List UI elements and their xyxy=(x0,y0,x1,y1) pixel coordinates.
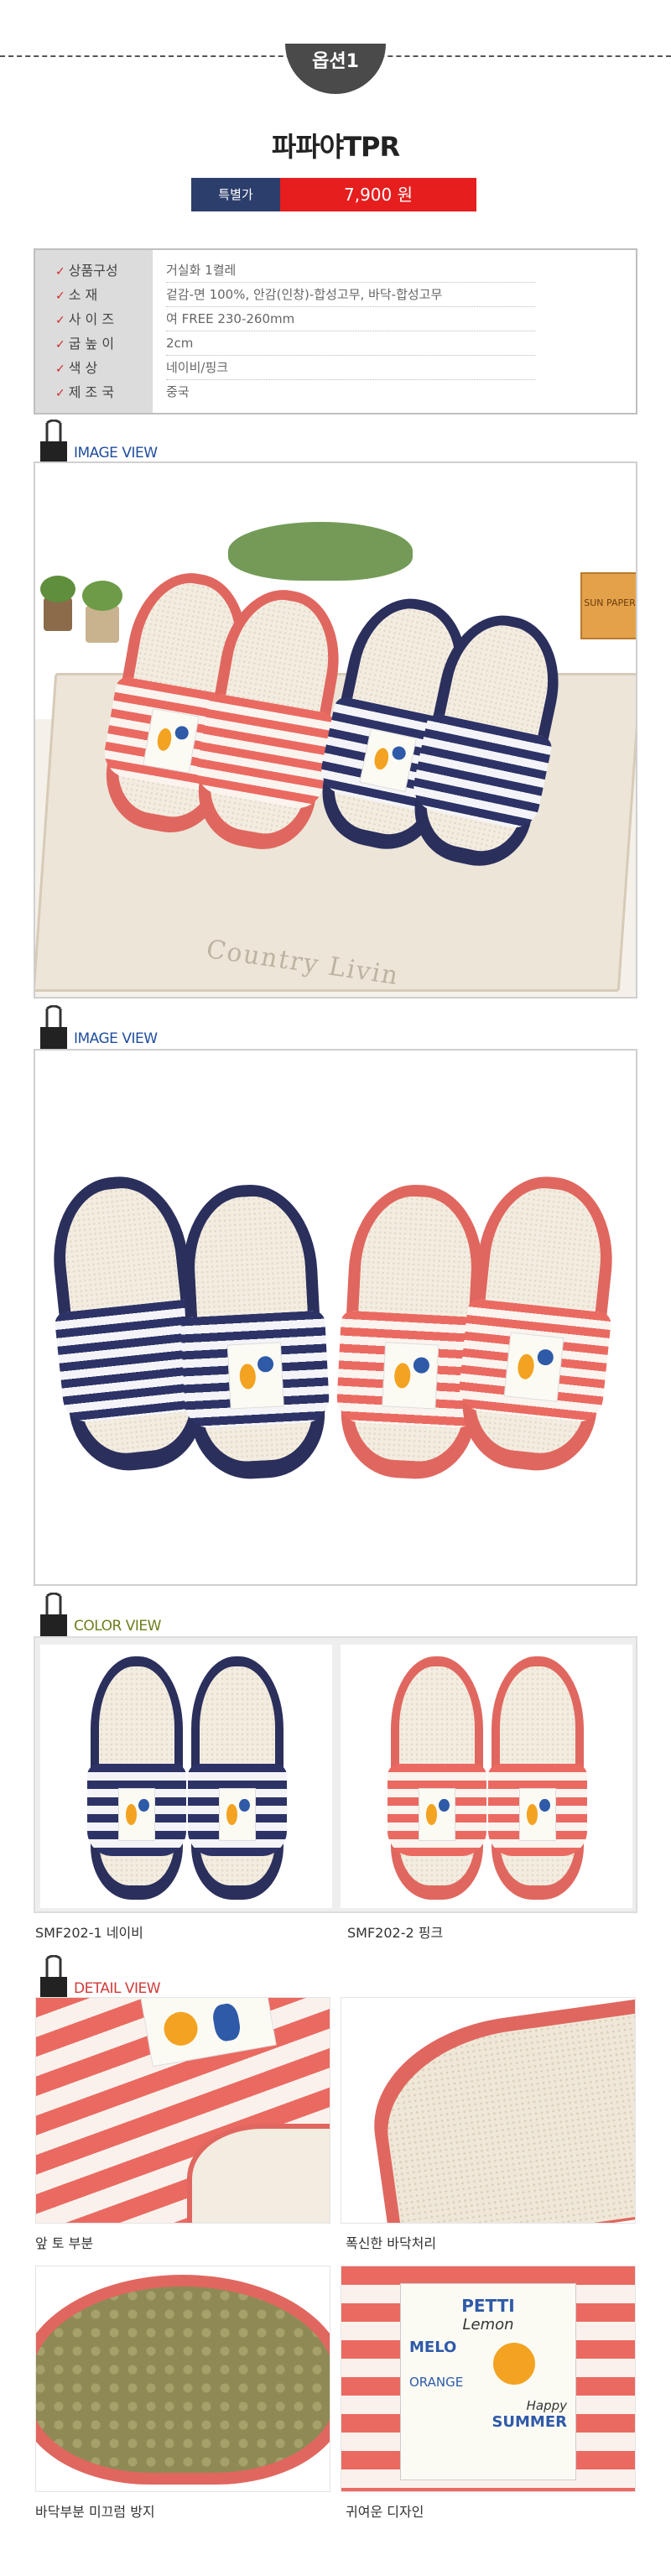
patch-text: ORANGE xyxy=(409,2375,464,2390)
detail-label: 폭신한 바닥처리 xyxy=(346,2235,437,2251)
spec-value: 여 FREE 230-260mm xyxy=(166,307,535,331)
section-title: COLOR VIEW xyxy=(74,1618,161,1635)
spec-values: 거실화 1켤레 겉감-면 100%, 안감(인창)-합성고무, 바닥-합성고무 … xyxy=(153,250,636,413)
detail-label: 앞 토 부분 xyxy=(35,2235,94,2251)
product-name: 파파야TPR xyxy=(271,131,400,163)
navy-slipper-right xyxy=(187,1656,288,1900)
price-value: 7,900 원 xyxy=(280,178,476,211)
toe-opening xyxy=(187,2124,330,2223)
plant-pots-decoration xyxy=(35,564,136,656)
spec-value: 네이비/핑크 xyxy=(166,356,535,380)
spec-key: 소 재 xyxy=(55,283,153,307)
detail-label: 바닥부분 미끄럼 방지 xyxy=(35,2504,155,2520)
section-title: DETAIL VIEW xyxy=(74,1980,161,1997)
spec-key: 제 조 국 xyxy=(55,380,153,404)
color-option-navy-image[interactable] xyxy=(40,1645,332,1908)
patch-label: PETTI Lemon MELO ORANGE Happy SUMMER xyxy=(400,2283,576,2480)
spec-value: 중국 xyxy=(166,384,190,399)
color-option-pink-image[interactable] xyxy=(341,1645,632,1908)
patch-text: SUMMER xyxy=(492,2413,567,2431)
spec-key: 상품구성 xyxy=(55,258,153,283)
product-photo-scene: SUN PAPER Country Livin xyxy=(34,461,637,999)
patch-text: MELO xyxy=(409,2339,457,2356)
detail-sole-image xyxy=(35,2266,330,2492)
detail-toe-image xyxy=(35,1997,330,2224)
product-photo-white xyxy=(34,1049,637,1586)
pink-slipper-right xyxy=(487,1656,588,1900)
price-label: 특별가 xyxy=(191,178,280,211)
section-title: IMAGE VIEW xyxy=(74,445,158,461)
spec-table: 상품구성 소 재 사 이 즈 굽 높 이 색 상 제 조 국 거실화 1켤레 겉… xyxy=(34,248,637,415)
patch-text: Happy xyxy=(526,2398,567,2413)
patch-label xyxy=(139,1998,277,2068)
detail-design-image: PETTI Lemon MELO ORANGE Happy SUMMER xyxy=(341,2266,636,2492)
leafy-plant-decoration xyxy=(228,522,413,581)
price-box: 특별가 7,900 원 xyxy=(191,178,476,211)
detail-label: 귀여운 디자인 xyxy=(346,2504,424,2520)
pink-slipper-left xyxy=(387,1656,487,1900)
patch-text: Lemon xyxy=(462,2316,514,2334)
tray-text: Country Livin xyxy=(203,934,403,992)
cardboard-box-decoration: SUN PAPER xyxy=(580,572,636,639)
spec-key: 굽 높 이 xyxy=(55,331,153,356)
spec-key: 색 상 xyxy=(55,356,153,380)
spec-value: 거실화 1켤레 xyxy=(166,258,535,283)
option-tab: 옵션1 xyxy=(285,44,386,94)
insole-texture xyxy=(376,2008,635,2223)
color-option-label: SMF202-1 네이비 xyxy=(35,1925,143,1941)
spec-value: 2cm xyxy=(166,331,535,356)
detail-insole-image xyxy=(341,1997,636,2224)
box-label: SUN PAPER xyxy=(584,597,636,608)
spec-keys: 상품구성 소 재 사 이 즈 굽 높 이 색 상 제 조 국 xyxy=(35,250,153,413)
spec-value: 겉감-면 100%, 안감(인창)-합성고무, 바닥-합성고무 xyxy=(166,283,535,307)
color-view-panel xyxy=(34,1636,637,1913)
color-option-label: SMF202-2 핑크 xyxy=(347,1925,444,1941)
navy-slipper-left xyxy=(86,1656,187,1900)
spec-key: 사 이 즈 xyxy=(55,307,153,331)
navy-slipper-right xyxy=(178,1181,331,1482)
section-title: IMAGE VIEW xyxy=(74,1030,158,1047)
patch-text: PETTI xyxy=(461,2296,515,2316)
anti-slip-pattern xyxy=(36,2287,330,2473)
